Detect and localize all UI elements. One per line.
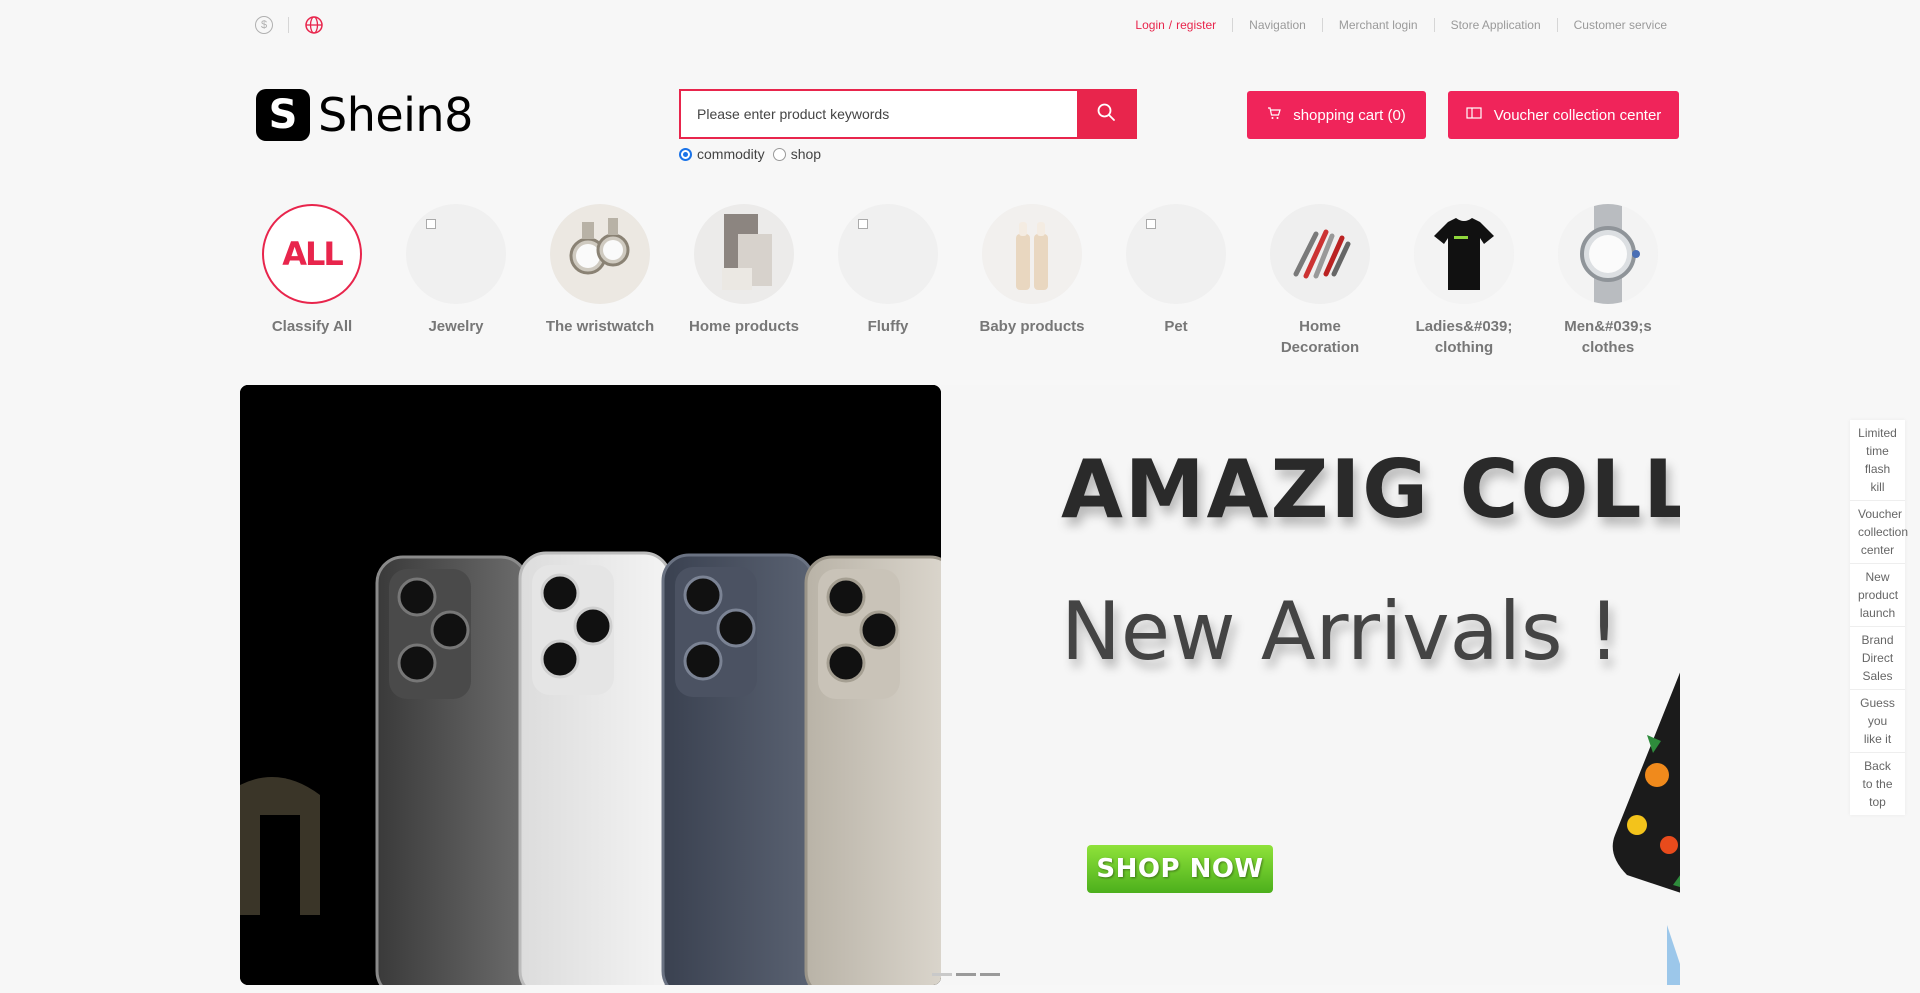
hero-banner[interactable]: AMAZIG COLLE New Arrivals ! SHOP NOW: [240, 385, 1680, 985]
category-row: ALL Classify All Jewelry The wristwatch …: [240, 204, 1680, 358]
category-item-home-products[interactable]: Home products: [672, 204, 816, 358]
login-register-slash: /: [1168, 18, 1173, 32]
divider: [1321, 18, 1323, 32]
shop-now-button[interactable]: SHOP NOW: [1087, 845, 1273, 893]
category-label: Jewelry: [428, 318, 484, 335]
category-image: [982, 204, 1082, 304]
category-item-mens-clothes[interactable]: Men&#039;s clothes: [1536, 204, 1680, 358]
search-input[interactable]: [681, 91, 1077, 137]
category-label: Ladies&#039; clothing: [1415, 318, 1513, 356]
search-bar: [679, 89, 1137, 139]
cart-icon: [1267, 106, 1293, 124]
category-label: Home Decoration: [1280, 318, 1360, 356]
category-image: [1270, 204, 1370, 304]
divider: [1433, 18, 1435, 32]
globe-icon[interactable]: [304, 15, 324, 35]
divider: [288, 17, 289, 33]
category-item-pet[interactable]: Pet: [1104, 204, 1248, 358]
carousel-indicators: [932, 973, 1004, 976]
category-label: Baby products: [979, 318, 1085, 335]
category-item-home-decoration[interactable]: Home Decoration: [1248, 204, 1392, 358]
category-label: The wristwatch: [545, 318, 655, 335]
search-icon: [1096, 102, 1116, 127]
top-left-icons: $: [255, 15, 324, 35]
site-logo[interactable]: S Shein8: [256, 88, 473, 142]
category-item-all[interactable]: ALL Classify All: [240, 204, 384, 358]
logo-text: Shein8: [318, 88, 473, 142]
customer-service-link[interactable]: Customer service: [1574, 18, 1667, 32]
phones-slide-image: [240, 385, 941, 985]
category-item-wristwatch[interactable]: The wristwatch: [528, 204, 672, 358]
shop-radio[interactable]: [772, 147, 786, 161]
merchant-login-link[interactable]: Merchant login: [1339, 18, 1418, 32]
category-image: [1126, 204, 1226, 304]
category-image: [406, 204, 506, 304]
category-item-baby-products[interactable]: Baby products: [960, 204, 1104, 358]
category-label: Men&#039;s clothes: [1564, 318, 1652, 356]
category-label: Classify All: [271, 318, 353, 335]
commodity-radio[interactable]: [679, 147, 692, 161]
voucher-icon: [1466, 106, 1494, 124]
divider: [1232, 18, 1234, 32]
side-brand-direct[interactable]: Brand Direct Sales: [1850, 627, 1905, 690]
register-link[interactable]: register: [1176, 18, 1216, 32]
category-image: [1414, 204, 1514, 304]
category-item-fluffy[interactable]: Fluffy: [816, 204, 960, 358]
category-image: [694, 204, 794, 304]
side-new-product[interactable]: New product launch: [1850, 564, 1905, 627]
category-item-ladies-clothing[interactable]: Ladies&#039; clothing: [1392, 204, 1536, 358]
category-label: Pet: [1164, 318, 1188, 335]
category-label: Home products: [689, 318, 800, 335]
banner-floral-decoration: [1612, 672, 1680, 985]
category-item-jewelry[interactable]: Jewelry: [384, 204, 528, 358]
login-link[interactable]: Login: [1135, 18, 1164, 32]
category-image: [838, 204, 938, 304]
shopping-cart-button[interactable]: shopping cart (0): [1247, 91, 1426, 139]
top-links: Login / register Navigation Merchant log…: [1135, 18, 1667, 32]
commodity-radio-label[interactable]: commodity: [697, 146, 765, 162]
shop-radio-label[interactable]: shop: [791, 146, 821, 162]
carousel-dot[interactable]: [980, 973, 1000, 976]
side-guess-you-like[interactable]: Guess you like it: [1850, 690, 1905, 753]
store-application-link[interactable]: Store Application: [1451, 18, 1541, 32]
top-bar: $ Login / register Navigation Merchant l…: [0, 0, 1920, 50]
side-float-menu: Limited time flash kill Voucher collecti…: [1850, 420, 1908, 815]
banner-title: AMAZIG COLLE: [1061, 443, 1680, 536]
carousel-dot[interactable]: [932, 973, 952, 976]
side-flash-kill[interactable]: Limited time flash kill: [1850, 420, 1905, 501]
side-voucher-center[interactable]: Voucher collection center: [1850, 501, 1908, 564]
divider: [1556, 18, 1558, 32]
banner-subtitle: New Arrivals !: [1061, 585, 1621, 678]
navigation-link[interactable]: Navigation: [1249, 18, 1306, 32]
carousel-dot[interactable]: [956, 973, 976, 976]
side-back-to-top[interactable]: Back to the top: [1850, 753, 1905, 815]
voucher-center-button[interactable]: Voucher collection center: [1448, 91, 1679, 139]
search-type-radios: commodity shop: [679, 146, 829, 162]
search-button[interactable]: [1077, 91, 1135, 137]
voucher-center-label: Voucher collection center: [1493, 106, 1662, 124]
new-arrivals-slide: AMAZIG COLLE New Arrivals ! SHOP NOW: [941, 385, 1680, 985]
logo-mark: S: [256, 89, 310, 141]
dollar-icon[interactable]: $: [255, 16, 273, 34]
shopping-cart-label: shopping cart (0): [1293, 106, 1406, 124]
category-image: [550, 204, 650, 304]
category-image: [1558, 204, 1658, 304]
category-label: Fluffy: [867, 318, 909, 335]
category-all-badge: ALL: [262, 204, 362, 304]
